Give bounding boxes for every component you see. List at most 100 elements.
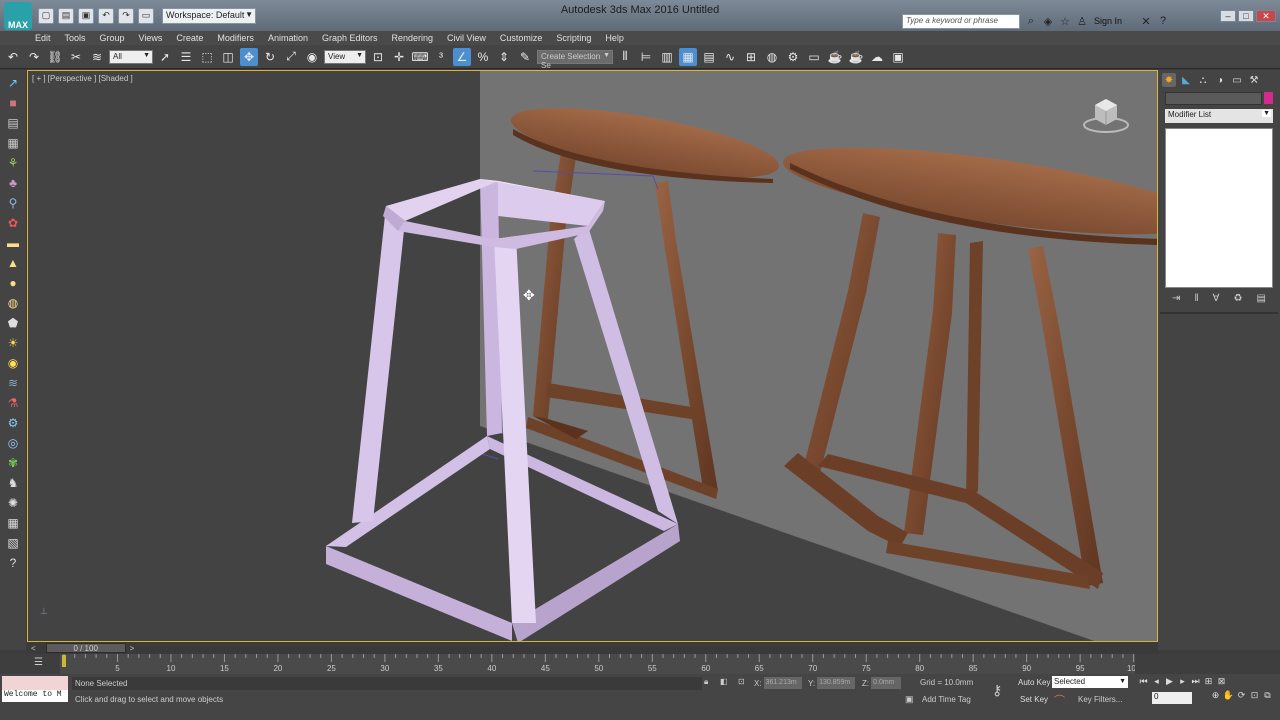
track-bar[interactable]: ☰ 5 10 15 20 25 30 35 40 45 50 55 60 65 70 75 80 85 90 95 1… <box>0 654 1280 674</box>
percent-snap-icon[interactable]: % <box>474 48 492 66</box>
menu-create[interactable]: Create <box>169 33 210 43</box>
pan-icon[interactable]: ✋ <box>1223 690 1234 701</box>
auto-key-button[interactable]: Auto Key <box>1018 678 1050 687</box>
menu-tools[interactable]: Tools <box>58 33 93 43</box>
key-mode-icon[interactable]: ⧉ <box>1262 690 1273 701</box>
viewport-label[interactable]: [ + ] [Perspective ] [Shaded ] <box>32 74 133 83</box>
field-of-view-icon[interactable]: ⊠ <box>1216 676 1227 687</box>
menu-edit[interactable]: Edit <box>28 33 58 43</box>
workspace-dropdown[interactable]: Workspace: Default ▼ <box>162 7 256 24</box>
render-production-icon[interactable]: ☕ <box>826 48 844 66</box>
new-file-icon[interactable]: ▢ <box>38 7 54 24</box>
help-icon[interactable]: ? <box>1156 14 1170 28</box>
material-editor-icon[interactable]: ◍ <box>763 48 781 66</box>
reference-coordinate-dropdown[interactable]: View ▼ <box>324 49 366 64</box>
curve-editor-icon[interactable]: ∿ <box>721 48 739 66</box>
object-name-field[interactable] <box>1165 92 1263 105</box>
grid-icon[interactable]: ▦ <box>4 514 22 532</box>
modifier-stack[interactable] <box>1165 128 1273 288</box>
plane-icon[interactable]: ▬ <box>4 234 22 252</box>
add-time-tag[interactable]: Add Time Tag <box>922 695 971 704</box>
y-coordinate-field[interactable]: 130.859m <box>817 677 856 689</box>
binoculars-icon[interactable]: ⌕ <box>1024 14 1038 28</box>
go-to-end-icon[interactable]: ⏭ <box>1190 676 1201 687</box>
select-and-scale-icon[interactable]: ⤢ <box>282 48 300 66</box>
previous-frame-icon[interactable]: ◂ <box>1151 676 1162 687</box>
maximize-viewport-icon[interactable]: ⊡ <box>1249 690 1260 701</box>
redo-icon[interactable]: ↷ <box>118 7 134 24</box>
exchange-icon[interactable]: ✕ <box>1139 14 1153 28</box>
select-and-rotate-icon[interactable]: ↻ <box>261 48 279 66</box>
cone-icon[interactable]: ▲ <box>4 254 22 272</box>
absolute-mode-icon[interactable]: ⊡ <box>738 677 745 686</box>
menu-modifiers[interactable]: Modifiers <box>210 33 261 43</box>
key-selection-dropdown[interactable]: Selected ▼ <box>1052 676 1128 688</box>
a360-gallery-icon[interactable]: ▣ <box>889 48 907 66</box>
biped-icon[interactable]: ♞ <box>4 474 22 492</box>
rectangular-selection-icon[interactable]: ⬚ <box>198 48 216 66</box>
modifier-list-dropdown[interactable]: Modifier List ▼ <box>1165 109 1273 123</box>
scene-explorer-icon[interactable]: ▦ <box>679 47 697 66</box>
time-tag-icon[interactable]: ▣ <box>905 694 914 705</box>
particles-icon[interactable]: ✺ <box>4 494 22 512</box>
user-icon[interactable]: ♙ <box>1075 14 1089 28</box>
keyboard-shortcut-override-icon[interactable]: ⌨ <box>411 48 429 66</box>
link-icon[interactable]: ⛓ <box>46 48 64 66</box>
box-icon[interactable]: ■ <box>4 94 22 112</box>
pin-stack-icon[interactable]: ⇥ <box>1172 293 1180 304</box>
make-unique-icon[interactable]: ∀ <box>1213 293 1220 304</box>
search-input[interactable]: Type a keyword or phrase <box>902 14 1020 29</box>
mirror-icon[interactable]: ⫴ <box>616 48 634 66</box>
menu-rendering[interactable]: Rendering <box>385 33 441 43</box>
time-slider-thumb[interactable]: 0 / 100 <box>45 643 126 653</box>
named-selection-dropdown[interactable]: Create Selection Se ▼ <box>537 49 613 70</box>
create-tab-icon[interactable]: ✸ <box>1162 73 1176 87</box>
configure-sets-icon[interactable]: ▤ <box>1256 293 1265 304</box>
minimize-button[interactable]: – <box>1220 10 1236 22</box>
render-iterative-icon[interactable]: ☕ <box>847 48 865 66</box>
maxscript-listener[interactable] <box>2 676 68 690</box>
teapot-icon[interactable]: ⬟ <box>4 314 22 332</box>
undo-icon[interactable]: ↶ <box>4 48 22 66</box>
chevron-left-icon[interactable]: < <box>31 644 36 653</box>
save-file-icon[interactable]: ▣ <box>78 7 94 24</box>
menu-help[interactable]: Help <box>598 33 631 43</box>
selection-filter-dropdown[interactable]: All ▼ <box>109 49 153 64</box>
hierarchy-icon[interactable]: ⚘ <box>4 154 22 172</box>
systems-icon[interactable]: ⚙ <box>4 414 22 432</box>
set-key-button[interactable]: Set Key <box>1020 695 1048 704</box>
motion-icon[interactable]: ⚲ <box>4 194 22 212</box>
go-to-start-icon[interactable]: ⏮ <box>1138 676 1149 687</box>
edit-named-selection-icon[interactable]: ✎ <box>516 48 534 66</box>
light-icon[interactable]: ☀ <box>4 334 22 352</box>
orbit-icon[interactable]: ⟳ <box>1236 690 1247 701</box>
viewcube-icon[interactable] <box>1081 93 1131 137</box>
sign-in-link[interactable]: Sign In <box>1094 16 1122 26</box>
key-icon[interactable]: ⚷ <box>992 682 1002 699</box>
display-tab-icon[interactable]: ▭ <box>1230 73 1244 87</box>
helper-icon[interactable]: ≋ <box>4 374 22 392</box>
close-button[interactable]: ✕ <box>1256 10 1276 22</box>
angle-snap-icon[interactable]: ∠ <box>453 47 471 66</box>
render-setup-icon[interactable]: ⚙ <box>784 48 802 66</box>
globe-icon[interactable]: ◎ <box>4 434 22 452</box>
time-slider[interactable]: < 0 / 100 > <box>27 642 1158 654</box>
modeling-icon[interactable]: ▤ <box>4 114 22 132</box>
menu-graph-editors[interactable]: Graph Editors <box>315 33 385 43</box>
key-filters-button[interactable]: Key Filters... <box>1078 695 1122 704</box>
play-icon[interactable]: ▶ <box>1164 676 1175 687</box>
z-coordinate-field[interactable]: 0.0mm <box>871 677 902 689</box>
foliage-icon[interactable]: ✾ <box>4 454 22 472</box>
arrow-icon[interactable]: ↗ <box>4 74 22 92</box>
render-in-cloud-icon[interactable]: ☁ <box>868 48 886 66</box>
spinner-snap-icon[interactable]: ⇕ <box>495 48 513 66</box>
subscription-icon[interactable]: ◈ <box>1041 14 1055 28</box>
pivot-center-icon[interactable]: ⊡ <box>369 48 387 66</box>
menu-scripting[interactable]: Scripting <box>549 33 598 43</box>
remove-modifier-icon[interactable]: ♻ <box>1233 293 1242 304</box>
camera-icon[interactable]: ◉ <box>4 354 22 372</box>
select-object-icon[interactable]: ➚ <box>156 48 174 66</box>
show-end-result-icon[interactable]: ‖ <box>1194 293 1198 304</box>
project-folder-icon[interactable]: ▭ <box>138 7 154 24</box>
select-by-name-icon[interactable]: ☰ <box>177 48 195 66</box>
